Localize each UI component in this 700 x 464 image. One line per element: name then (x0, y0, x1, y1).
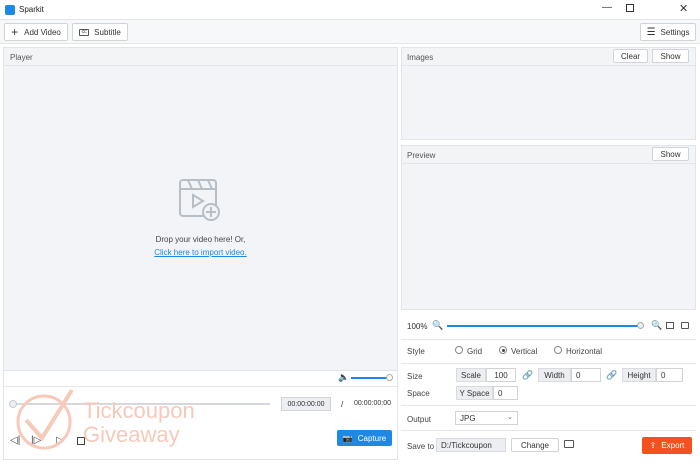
current-time: 00:00:00:00 (287, 400, 325, 408)
zoom-level: 100% (407, 322, 428, 331)
volume-slider[interactable] (351, 377, 391, 379)
zoom-in-icon[interactable]: 🔍 (651, 320, 662, 331)
settings-icon: ☰ (646, 26, 656, 38)
style-vertical-label[interactable]: Vertical (511, 347, 537, 356)
settings-label: Settings (660, 27, 690, 37)
style-grid-label[interactable]: Grid (467, 347, 482, 356)
minimize-icon[interactable]: — (602, 2, 612, 13)
add-video-button[interactable]: + Add Video (4, 23, 68, 41)
output-select[interactable]: JPG ⌄ (455, 411, 518, 425)
style-label: Style (407, 347, 425, 356)
drop-text: Drop your video here! Or, (155, 235, 246, 244)
zoom-out-icon[interactable]: 🔍 (432, 320, 443, 331)
time-separator: / (341, 400, 344, 409)
seek-handle[interactable] (9, 400, 17, 408)
scale-label: Scale (456, 368, 486, 382)
zoom-slider[interactable] (447, 325, 641, 327)
space-divider (401, 405, 696, 406)
scale-input[interactable]: 100 (486, 368, 516, 382)
yspace-input[interactable]: 0 (493, 386, 518, 400)
width-label: Width (538, 368, 571, 382)
show-images-button[interactable]: Show (652, 49, 689, 63)
preview-header-label: Preview (407, 151, 436, 160)
subtitle-icon: cc (79, 28, 90, 36)
width-input[interactable]: 0 (571, 368, 601, 382)
output-divider (401, 430, 696, 431)
show-preview-button[interactable]: Show (652, 147, 689, 161)
total-time: 00:00:00:00 (354, 400, 391, 407)
app-title: Sparkit (19, 5, 44, 14)
add-video-icon (179, 179, 221, 221)
title-bar: Sparkit — ✕ (0, 0, 700, 20)
export-label: Export (661, 441, 685, 450)
add-video-label: Add Video (24, 27, 61, 37)
preview-panel (401, 145, 696, 310)
clear-label: Clear (620, 51, 641, 61)
capture-button[interactable]: 📷 Capture (337, 430, 392, 446)
previous-frame-icon[interactable]: ◁| (10, 435, 20, 446)
zoom-handle[interactable] (637, 322, 644, 329)
saveto-label: Save to (407, 442, 435, 451)
maximize-icon[interactable] (626, 4, 634, 12)
play-icon[interactable]: ▷ (56, 435, 64, 446)
yspace-label: Y Space (456, 386, 493, 400)
current-time-field: 00:00:00:00 (281, 397, 331, 411)
change-label: Change (520, 440, 550, 450)
show-preview-label: Show (660, 149, 681, 159)
size-label: Size (407, 372, 423, 381)
style-horizontal-label[interactable]: Horizontal (566, 347, 602, 356)
camera-icon: 📷 (342, 433, 353, 443)
saveto-path: D:/Tickcoupon (441, 440, 492, 450)
images-header-label: Images (407, 53, 434, 62)
fit-icon[interactable] (666, 322, 674, 329)
volume-handle[interactable] (386, 374, 393, 381)
subtitle-button[interactable]: cc Subtitle (72, 23, 128, 41)
controls-divider (4, 386, 397, 387)
subtitle-label: Subtitle (94, 27, 121, 37)
chevron-down-icon: ⌄ (507, 414, 513, 421)
change-button[interactable]: Change (511, 438, 559, 452)
capture-label: Capture (357, 433, 387, 443)
saveto-path-field: D:/Tickcoupon (436, 438, 506, 452)
height-input[interactable]: 0 (656, 368, 683, 382)
height-label: Height (622, 368, 656, 382)
style-grid-radio[interactable] (455, 346, 463, 354)
link-icon[interactable]: 🔗 (522, 370, 533, 381)
style-divider (401, 363, 696, 364)
output-label: Output (407, 415, 432, 424)
player-header-label: Player (10, 53, 33, 62)
space-label: Space (407, 389, 430, 398)
export-button[interactable]: ⇪ Export (642, 437, 692, 454)
stop-icon[interactable] (77, 437, 85, 445)
import-video-link[interactable]: Click here to import video. (104, 248, 297, 257)
fullscreen-icon[interactable] (681, 322, 689, 329)
folder-icon[interactable] (564, 440, 574, 448)
output-value: JPG (460, 413, 476, 423)
seek-bar[interactable] (17, 403, 270, 405)
style-vertical-radio[interactable] (499, 346, 507, 354)
style-horizontal-radio[interactable] (554, 346, 562, 354)
settings-button[interactable]: ☰ Settings (640, 23, 696, 41)
export-icon: ⇪ (649, 441, 657, 450)
clear-images-button[interactable]: Clear (613, 49, 648, 63)
show-images-label: Show (660, 51, 681, 61)
plus-icon: + (11, 25, 19, 39)
close-icon[interactable]: ✕ (679, 2, 688, 15)
player-header: Player (4, 48, 397, 66)
volume-icon[interactable]: 🔈 (338, 372, 349, 383)
app-logo-icon (5, 5, 15, 15)
next-frame-icon[interactable]: |▷ (31, 435, 41, 446)
ratio-link-icon[interactable]: 🔗 (606, 370, 617, 381)
